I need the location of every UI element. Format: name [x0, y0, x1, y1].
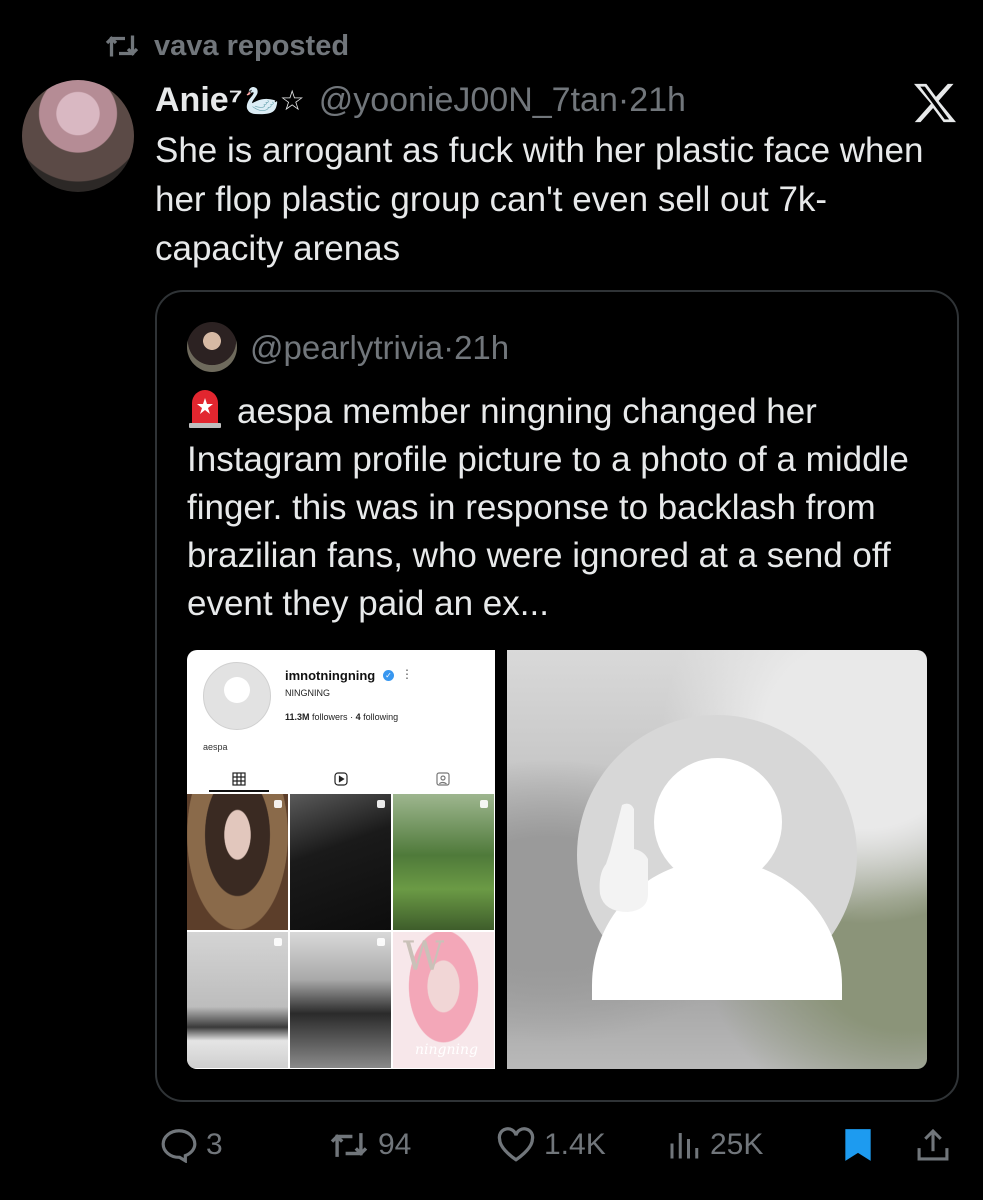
share-button[interactable]: [916, 1120, 950, 1170]
siren-icon: [189, 390, 221, 428]
reply-button[interactable]: 3: [160, 1120, 223, 1170]
repost-count: 94: [378, 1128, 412, 1161]
repost-header: vava reposted: [104, 28, 349, 64]
quoted-text-block: aespa member ningning changed her Instag…: [187, 388, 947, 628]
x-logo-icon[interactable]: [912, 82, 958, 124]
quoted-time[interactable]: 21h: [454, 329, 509, 367]
tweet-time[interactable]: 21h: [629, 81, 686, 120]
ig-post-photo: [187, 794, 288, 930]
author-line: Anie⁷ 🦢☆ @yoonieJ00N_7tan · 21h: [155, 80, 686, 120]
repost-icon: [105, 35, 139, 57]
ig-post-photo: [187, 932, 288, 1068]
ig-post-photo: W ningning: [393, 932, 494, 1068]
ig-bio: aespa: [203, 742, 228, 752]
ig-stats: 11.3M followers · 4 following: [285, 712, 398, 722]
share-icon: [917, 1128, 949, 1161]
ig-followers-count: 11.3M: [285, 712, 310, 722]
ig-post-photo: [393, 794, 494, 930]
ig-post-photo: [290, 794, 391, 930]
instagram-profile-image[interactable]: imnotningning ✓ ⋮ NINGNING 11.3M followe…: [187, 650, 495, 1069]
grid-icon: [229, 770, 249, 788]
more-icon: ⋮: [401, 667, 413, 681]
separator: ·: [443, 329, 455, 366]
quoted-text: aespa member ningning changed her Instag…: [187, 392, 909, 623]
tweet-action-bar: 3 94 1.4K 25K: [160, 1120, 960, 1170]
magazine-watermark: W: [403, 934, 445, 980]
verified-icon: ✓: [383, 670, 394, 681]
reply-count: 3: [206, 1128, 223, 1161]
views-count: 25K: [710, 1128, 764, 1161]
ig-stats-separator: ·: [350, 712, 354, 722]
middle-finger-icon: [599, 803, 648, 912]
ig-avatar: [203, 662, 271, 730]
bookmark-icon: [845, 1129, 871, 1161]
like-button[interactable]: 1.4K: [496, 1120, 606, 1170]
author-name-decoration: 🦢☆: [244, 84, 305, 116]
ig-display-name: NINGNING: [285, 688, 330, 698]
heart-icon: [497, 1127, 535, 1162]
like-count: 1.4K: [544, 1128, 606, 1161]
reply-icon: [161, 1129, 197, 1163]
author-avatar[interactable]: [22, 80, 134, 192]
views-chart-icon: [670, 1133, 699, 1159]
ig-following-label: following: [363, 712, 399, 722]
ig-followers-label: followers: [312, 712, 348, 722]
quoted-handle[interactable]: @pearlytrivia: [250, 329, 443, 367]
ig-following-count: 4: [355, 712, 361, 722]
quoted-header: @pearlytrivia · 21h: [250, 326, 509, 370]
author-name[interactable]: Anie⁷: [155, 81, 243, 120]
bookmark-button[interactable]: [842, 1120, 874, 1170]
tweet-text: She is arrogant as fuck with her plastic…: [155, 131, 924, 268]
ig-active-tab-indicator: [209, 790, 269, 792]
repost-icon: [330, 1133, 368, 1157]
repost-label[interactable]: vava reposted: [154, 30, 349, 63]
magazine-signature: ningning: [415, 1042, 478, 1058]
profile-picture-image[interactable]: [507, 650, 927, 1069]
ig-tab-bar: [187, 766, 495, 792]
separator: ·: [617, 80, 630, 119]
reels-icon: [331, 770, 351, 788]
tagged-icon: [433, 770, 453, 788]
author-handle[interactable]: @yoonieJ00N_7tan: [319, 81, 618, 120]
repost-button[interactable]: 94: [328, 1120, 411, 1170]
views-button[interactable]: 25K: [666, 1120, 763, 1170]
ig-username: imnotningning: [285, 668, 376, 683]
ig-post-photo: [290, 932, 391, 1068]
quoted-author-avatar[interactable]: [187, 322, 237, 372]
